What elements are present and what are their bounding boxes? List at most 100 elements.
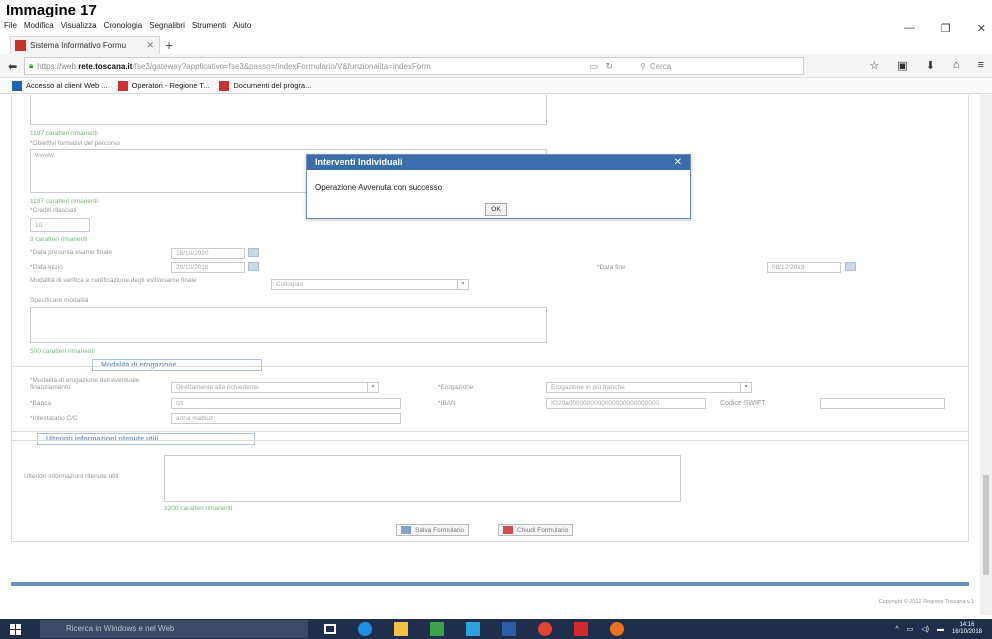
new-tab-icon[interactable]: + [165, 37, 173, 53]
end-date-label: *Data fine [597, 264, 626, 271]
library-icon[interactable]: ▣ [897, 59, 907, 72]
bookmarks-bar: Accesso al client Web ... Operatori - Re… [0, 78, 992, 94]
remaining-chars: 1200 caratteri rimanenti [164, 505, 233, 512]
save-form-button[interactable]: Salva Formulario [396, 524, 470, 536]
taskbar-apps [324, 622, 624, 636]
erogazione-label: *Erogazione [438, 384, 474, 391]
page-scrollbar[interactable] [980, 95, 992, 615]
menu-cronologia[interactable]: Cronologia [104, 21, 143, 30]
start-date-field[interactable]: 20/10/2018 [171, 262, 245, 273]
reader-view-icon[interactable]: ▭ [589, 61, 598, 72]
download-icon[interactable]: ⬇ [926, 59, 935, 72]
tray-expand-icon[interactable]: ^ [895, 626, 898, 633]
close-form-icon [503, 526, 513, 534]
dialog-message: Operazione Avvenuta con successo [315, 183, 443, 192]
ok-button[interactable]: OK [485, 203, 507, 216]
calendar-icon[interactable] [248, 262, 259, 271]
erogazione-select[interactable]: Erogazione in più tranche ▾ [546, 382, 752, 393]
taskbar-search[interactable]: Ricerca in Windows e nel Web [40, 620, 308, 638]
lock-icon: 🔒︎ [29, 61, 34, 70]
acrobat-icon[interactable] [574, 622, 588, 636]
iban-field[interactable]: IO20a0000000000000000000000000 [546, 398, 706, 409]
mode-label: *Modalità di erogazione dell'eventuale f… [30, 377, 140, 391]
dialog-close-icon[interactable]: ✕ [674, 155, 682, 170]
bookmark-icon [12, 80, 22, 91]
firefox-icon[interactable] [610, 622, 624, 636]
remaining-chars: 1197 caratteri rimanenti [30, 130, 98, 137]
calendar-icon[interactable] [248, 248, 259, 257]
clock-date: 16/10/2018 [951, 629, 982, 635]
back-arrow-icon[interactable]: ⬅ [8, 60, 17, 73]
credits-field[interactable]: 10 [30, 218, 90, 232]
task-view-icon[interactable] [324, 624, 336, 634]
specify-label: Specificare modalità [30, 297, 89, 304]
bank-field[interactable]: crt [171, 398, 401, 409]
search-box[interactable]: ⚲ Cerca [640, 57, 850, 75]
verification-value: Colloquio [276, 281, 304, 288]
url-host: rete.toscana.it [78, 61, 133, 71]
menu-file[interactable]: File [4, 21, 17, 30]
menu-bar: File Modifica Visualizza Cronologia Segn… [0, 17, 992, 34]
calendar-icon[interactable] [845, 262, 856, 271]
bookmark-label: Operatori - Regione T... [131, 81, 210, 90]
file-explorer-icon[interactable] [394, 622, 408, 636]
success-dialog: Interventi Individuali ✕ Operazione Avve… [306, 154, 691, 219]
objectives-value: wwww [35, 152, 54, 159]
system-clock[interactable]: 14:16 16/10/2018 [952, 622, 982, 636]
close-form-label: Chiudi Formulario [517, 526, 569, 534]
menu-strumenti[interactable]: Strumenti [192, 21, 226, 30]
end-date-field[interactable]: 08/12/2019 [767, 262, 841, 273]
windows-start-icon[interactable] [10, 624, 21, 635]
further-info-textarea[interactable] [164, 455, 681, 502]
menu-modifica[interactable]: Modifica [24, 21, 54, 30]
holder-field[interactable]: anna mattiuz [171, 413, 401, 424]
mail-icon[interactable] [466, 622, 480, 636]
menu-segnalibri[interactable]: Segnalibri [149, 21, 185, 30]
save-icon [401, 526, 411, 534]
specify-textarea[interactable] [30, 307, 547, 343]
close-form-button[interactable]: Chiudi Formulario [498, 524, 574, 536]
chevron-down-icon: ▾ [457, 280, 468, 289]
dialog-title: Interventi Individuali [315, 157, 403, 167]
mode-select[interactable]: Direttamente alla richiedente ▾ [171, 382, 379, 393]
previous-textarea[interactable] [30, 95, 547, 125]
home-icon[interactable]: ⌂ [953, 59, 960, 72]
edge-browser-icon[interactable] [358, 622, 372, 636]
tab-strip: Sistema Informativo Formu ✕ + [0, 34, 992, 54]
chrome-icon[interactable] [538, 622, 552, 636]
tab-close-icon[interactable]: ✕ [146, 40, 154, 51]
dialog-header: Interventi Individuali ✕ [307, 155, 690, 170]
verification-select[interactable]: Colloquio ▾ [271, 279, 469, 290]
bookmark-icon [219, 80, 230, 91]
navigation-bar: ⬅ 🔒︎ https://web. rete.toscana.it /fse3/… [0, 54, 992, 78]
exam-date-field[interactable]: 16/10/2020 [171, 248, 245, 259]
remaining-chars: 500 caratteri rimanenti [30, 348, 95, 355]
menu-visualizza[interactable]: Visualizza [61, 21, 97, 30]
swift-field[interactable] [820, 398, 945, 409]
menu-hamburger-icon[interactable]: ≡ [978, 59, 984, 72]
bookmark-star-icon[interactable]: ☆ [869, 59, 879, 72]
mode-value: Direttamente alla richiedente [176, 384, 259, 391]
tab-title: Sistema Informativo Formu [30, 41, 127, 50]
keyboard-icon[interactable]: ▬ [937, 626, 944, 633]
bookmark-documenti[interactable]: Documenti del progra... [219, 80, 311, 91]
url-path: /fse3/gateway?applicativo=fse3&passo=/in… [132, 61, 431, 71]
remaining-chars: 8 caratteri rimanenti [30, 236, 88, 243]
bookmark-icon [117, 80, 128, 91]
scrollbar-thumb[interactable] [983, 475, 989, 575]
volume-icon[interactable]: ◁) [921, 625, 929, 633]
reload-icon[interactable]: ↻ [605, 61, 613, 72]
chevron-down-icon: ▾ [367, 383, 378, 392]
store-icon[interactable] [430, 622, 444, 636]
outlook-icon[interactable] [502, 622, 516, 636]
further-info-label: Ulteriori informazioni ritenute utili [24, 473, 119, 480]
bookmark-operatori[interactable]: Operatori - Regione T... [117, 80, 210, 91]
bookmark-client-web[interactable]: Accesso al client Web ... [12, 80, 108, 91]
search-icon: ⚲ [640, 61, 646, 71]
save-form-label: Salva Formulario [415, 526, 465, 534]
clock-time: 14:16 [959, 622, 975, 628]
menu-aiuto[interactable]: Aiuto [233, 21, 251, 30]
browser-tab[interactable]: Sistema Informativo Formu ✕ [10, 36, 160, 54]
holder-label: *Intestatario C/C [30, 415, 78, 422]
network-icon[interactable]: ▭ [907, 625, 914, 633]
